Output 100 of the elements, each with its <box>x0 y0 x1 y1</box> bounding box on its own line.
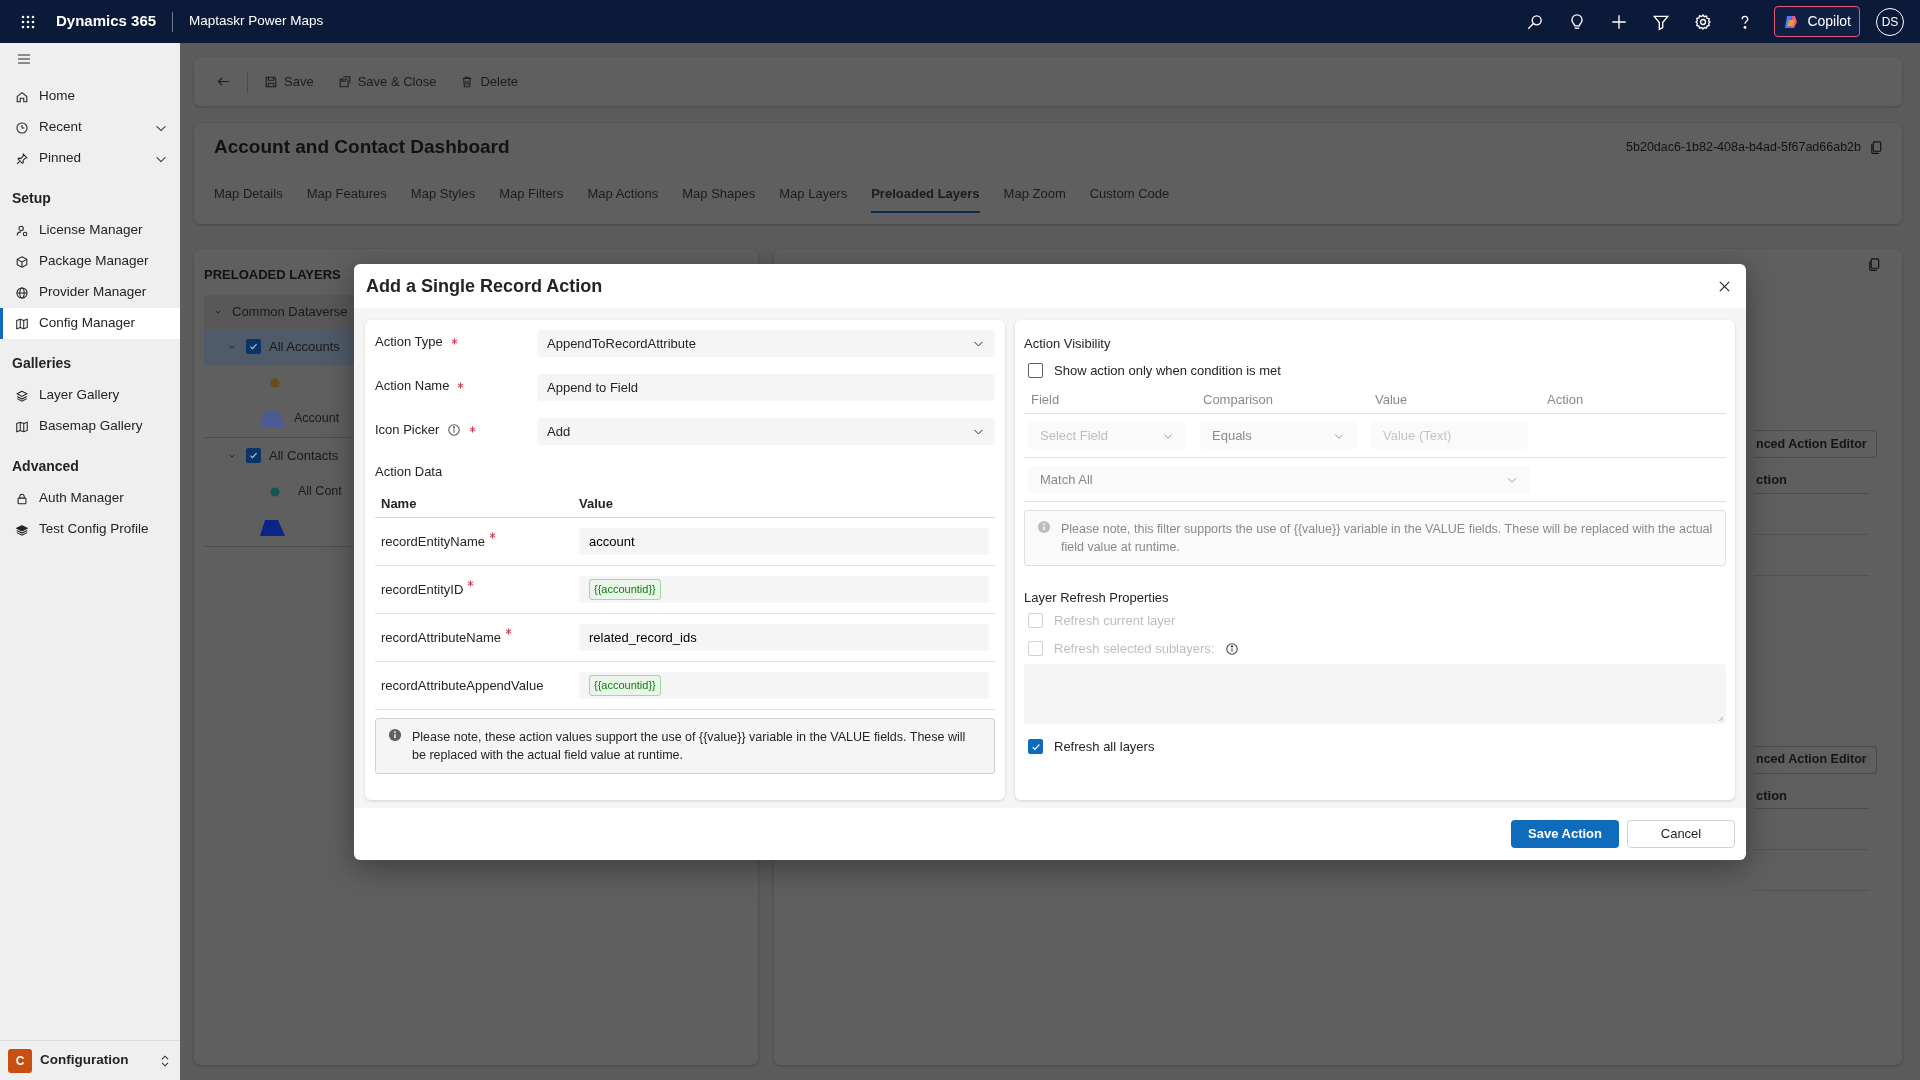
tab[interactable]: Map Features <box>306 177 387 213</box>
copy-icon[interactable] <box>1869 139 1884 155</box>
info-icon <box>1225 641 1240 656</box>
command-button[interactable]: Save <box>256 67 322 96</box>
globe-icon <box>15 285 29 300</box>
home-icon <box>15 89 29 104</box>
tab[interactable]: Map Actions <box>587 177 659 213</box>
match-dropdown[interactable]: Match All <box>1028 466 1530 493</box>
layer-checkbox[interactable] <box>246 339 261 354</box>
input-field[interactable]: Append to Field <box>537 374 995 401</box>
parameter-name: recordEntityName <box>381 532 486 551</box>
area-switcher[interactable]: C Configuration <box>0 1040 180 1080</box>
stack-icon <box>15 522 29 537</box>
check-icon <box>248 341 259 352</box>
tab[interactable]: Map Styles <box>410 177 476 213</box>
menu-button[interactable] <box>16 51 32 67</box>
copy-icon[interactable] <box>1867 257 1882 272</box>
dialog-title: Add a Single Record Action <box>366 274 603 298</box>
waffle-icon <box>20 13 36 30</box>
column-header: Field <box>1031 390 1061 409</box>
tab[interactable]: Map Shapes <box>682 177 756 213</box>
column-header: Comparison <box>1203 390 1275 409</box>
nav-item[interactable]: Layer Gallery <box>0 380 180 411</box>
parameter-name: recordAttributeAppendValue <box>381 676 544 695</box>
box-icon <box>15 254 29 269</box>
copilot-logo-icon <box>1783 13 1800 30</box>
field-label: Icon Picker <box>375 421 440 439</box>
editor-button[interactable]: nced Action Editor <box>1754 745 1877 774</box>
nav-item[interactable]: Pinned <box>0 143 180 174</box>
nav-item[interactable]: Test Config Profile <box>0 514 180 545</box>
value-field[interactable]: {{accountid}} <box>579 672 989 699</box>
token-chip: {{accountid}} <box>589 675 661 696</box>
primary-button[interactable]: Save Action <box>1511 820 1619 848</box>
column-header: Value <box>579 494 613 513</box>
settings-icon <box>1694 12 1713 31</box>
checkbox-label: Refresh all layers <box>1054 738 1155 756</box>
layer-checkbox[interactable] <box>246 448 261 463</box>
nav-item[interactable]: Package Manager <box>0 246 180 277</box>
column-header: Name <box>381 494 418 513</box>
nav-item[interactable]: Config Manager <box>0 308 180 339</box>
checkbox[interactable] <box>1028 739 1043 755</box>
command-button[interactable]: Save & Close <box>329 67 445 96</box>
note-text: Please note, this filter supports the use of {{value}} variable in the VALUE fields. These will be replaced with the actual field value at runtime. <box>1061 521 1713 557</box>
pin-icon <box>15 151 29 166</box>
nav-item[interactable]: Provider Manager <box>0 277 180 308</box>
layer-label[interactable]: All Contacts <box>269 445 339 466</box>
checkbox-label: Show action only when condition is met <box>1054 361 1281 380</box>
record-id: 5b20dac6-1b82-408a-b4ad-5f67ad66ab2b <box>1626 138 1861 156</box>
info-icon <box>1037 520 1051 534</box>
section-title: Action Visibility <box>1024 335 1112 353</box>
map-icon <box>15 316 29 331</box>
map-icon <box>15 419 29 434</box>
tab[interactable]: Map Layers <box>779 177 848 213</box>
copilot-button[interactable]: Copilot <box>1774 6 1860 37</box>
lock-icon <box>15 491 29 506</box>
info-icon <box>388 728 402 742</box>
value-field[interactable]: {{accountid}} <box>579 576 989 603</box>
search-icon <box>1526 12 1545 31</box>
checkbox-label: Refresh current layer <box>1054 612 1176 630</box>
token-chip: {{accountid}} <box>589 579 661 600</box>
app-title: Maptaskr Power Maps <box>189 12 324 31</box>
parameter-name: recordEntityID <box>381 580 464 599</box>
value-field[interactable]: related_record_ids <box>579 624 989 651</box>
clock-icon <box>15 120 29 135</box>
comparison-dropdown[interactable]: Equals <box>1200 422 1357 449</box>
column-header: ction <box>1754 458 1869 494</box>
checkbox[interactable] <box>1028 363 1043 378</box>
secondary-button[interactable]: Cancel <box>1627 820 1735 848</box>
section-heading: Setup <box>11 189 52 208</box>
column-header: ction <box>1754 773 1869 809</box>
note-text: Please note, these action values support the use of {{value}} variable in the VALUE fields. These will be replaced with the actual field value at runtime. <box>412 729 967 765</box>
plus-icon <box>1610 12 1629 31</box>
section-title: Layer Refresh Properties <box>1024 589 1170 608</box>
back-icon <box>216 74 231 89</box>
command-button[interactable]: Delete <box>452 67 526 96</box>
nav-item[interactable]: Home <box>0 81 180 112</box>
tab[interactable]: Map Zoom <box>1003 177 1066 213</box>
tab[interactable]: Map Details <box>214 177 283 213</box>
save-icon <box>264 74 278 89</box>
value-field[interactable]: account <box>579 528 989 555</box>
menu-icon <box>16 51 32 67</box>
nav-item[interactable]: Basemap Gallery <box>0 411 180 442</box>
record-title: Account and Contact Dashboard <box>214 135 510 159</box>
nav-item[interactable]: License Manager <box>0 215 180 246</box>
info-icon <box>447 422 462 437</box>
editor-button[interactable]: nced Action Editor <box>1754 430 1877 458</box>
dropdown[interactable]: Add <box>537 418 995 445</box>
nav-item[interactable]: Auth Manager <box>0 483 180 514</box>
tab[interactable]: Preloaded Layers <box>871 177 980 213</box>
dropdown[interactable]: AppendToRecordAttribute <box>537 330 995 357</box>
checkbox-label: Refresh selected sublayers: <box>1054 640 1215 658</box>
save-close-icon <box>337 74 352 89</box>
tab[interactable]: Custom Code <box>1089 177 1170 213</box>
panel-title: PRELOADED LAYERS <box>204 266 342 284</box>
nav-item[interactable]: Recent <box>0 112 180 143</box>
tab[interactable]: Map Filters <box>499 177 564 213</box>
column-header: Value <box>1375 390 1409 409</box>
app-name: Dynamics 365 <box>56 11 157 32</box>
user-icon <box>15 223 29 238</box>
section-heading: Galleries <box>11 354 73 373</box>
